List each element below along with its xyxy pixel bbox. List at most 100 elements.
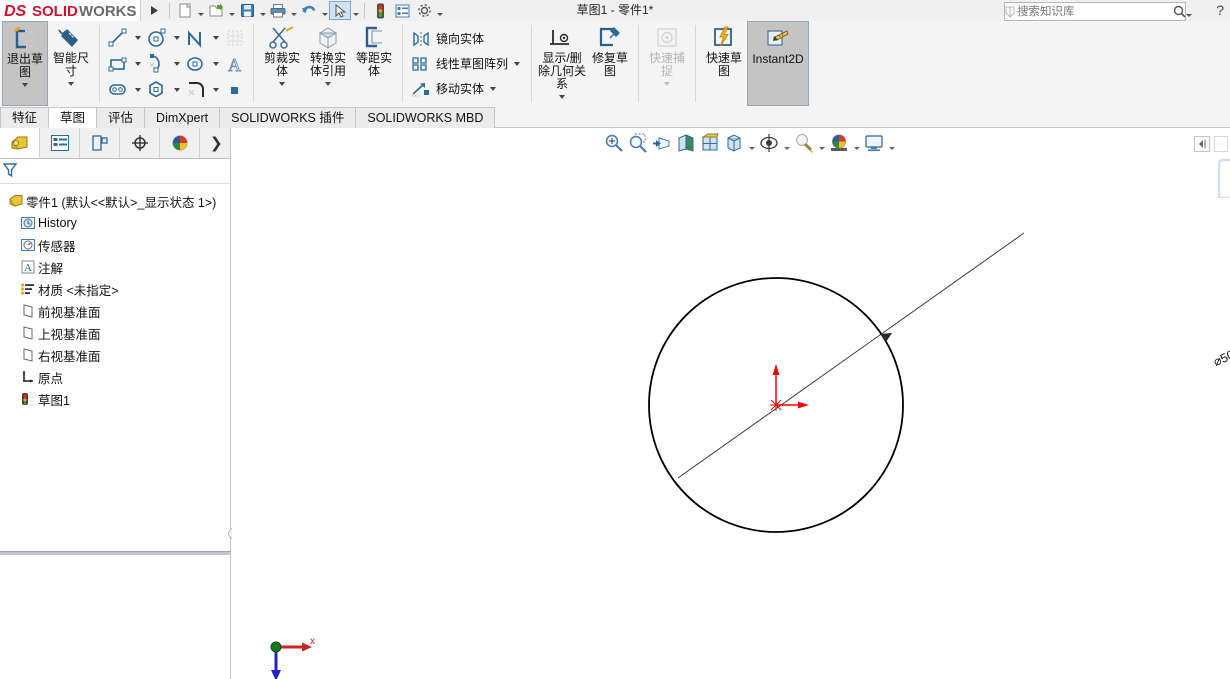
quick-snaps-button[interactable]: 快速捕捉 xyxy=(644,21,690,106)
trim-entities-dropdown[interactable] xyxy=(279,78,285,90)
tree-node-origin[interactable]: 原点 xyxy=(4,366,230,388)
tab-solidworks-mbd[interactable]: SOLIDWORKS MBD xyxy=(355,107,495,128)
file-properties-button[interactable] xyxy=(391,1,413,20)
options-button[interactable] xyxy=(413,1,435,20)
convert-entities-button[interactable]: 转换实体引用 xyxy=(305,21,351,106)
linear-sketch-pattern-button[interactable]: 线性草图阵列 xyxy=(408,51,526,76)
display-delete-relations-button[interactable]: 显示/删除几何关系 xyxy=(537,21,587,106)
rectangle-tool[interactable] xyxy=(105,51,131,77)
undo-caret[interactable] xyxy=(320,1,329,20)
feature-tree-splitter[interactable] xyxy=(0,551,231,555)
print-caret[interactable] xyxy=(289,1,298,20)
search-icon[interactable] xyxy=(1173,5,1186,18)
fillet-tool-caret[interactable] xyxy=(209,77,222,103)
tab-sketch[interactable]: 草图 xyxy=(48,107,97,128)
tab-property-manager[interactable] xyxy=(40,128,80,158)
solidworks-logo: DS SOLID WORKS xyxy=(0,0,141,21)
move-entities-button[interactable]: 移动实体 xyxy=(408,76,526,101)
polygon-tool[interactable] xyxy=(144,77,170,103)
move-entities-dropdown[interactable] xyxy=(484,87,502,91)
rapid-sketch-label: 快速草图 xyxy=(701,52,747,78)
graphics-area[interactable]: ⌀50 x xyxy=(232,128,1230,679)
mirror-entities-button[interactable]: 镜向实体 xyxy=(408,26,526,51)
tree-node-front-plane[interactable]: 前视基准面 xyxy=(4,300,230,322)
line-tool[interactable] xyxy=(105,25,131,51)
convert-entities-dropdown[interactable] xyxy=(325,78,331,90)
polygon-tool-caret[interactable] xyxy=(170,77,183,103)
options-caret[interactable] xyxy=(435,1,444,20)
rapid-sketch-button[interactable]: 快速草图 xyxy=(701,21,747,106)
help-button[interactable]: ? xyxy=(1216,0,1224,21)
print-button[interactable] xyxy=(267,1,289,20)
feature-tree-filter-bar[interactable] xyxy=(0,159,230,184)
select-tool-button[interactable] xyxy=(329,1,351,20)
quick-snaps-dropdown[interactable] xyxy=(664,78,670,90)
exit-sketch-dropdown[interactable] xyxy=(22,79,28,91)
rectangle-tool-caret[interactable] xyxy=(131,51,144,77)
exit-sketch-button[interactable]: 退出草图 xyxy=(2,21,48,106)
fillet-tool[interactable] xyxy=(183,77,209,103)
open-document-caret[interactable] xyxy=(227,1,236,20)
ellipse-tool-caret[interactable] xyxy=(209,51,222,77)
line-tool-caret[interactable] xyxy=(131,25,144,51)
spline-tool-caret[interactable] xyxy=(209,25,222,51)
save-caret[interactable] xyxy=(258,1,267,20)
menu-expand-button[interactable] xyxy=(143,1,165,20)
tab-configuration-manager[interactable] xyxy=(80,128,120,158)
new-document-caret[interactable] xyxy=(196,1,205,20)
open-document-button[interactable] xyxy=(205,1,227,20)
linear-sketch-pattern-dropdown[interactable] xyxy=(508,62,526,66)
tab-solidworks-addins[interactable]: SOLIDWORKS 插件 xyxy=(219,107,356,128)
tab-feature-manager[interactable] xyxy=(0,128,40,158)
tree-node-sketch1[interactable]: 草图1 xyxy=(4,388,230,410)
tree-node-top-plane[interactable]: 上视基准面 xyxy=(4,322,230,344)
tab-bar-filler xyxy=(494,107,1230,128)
task-pane-tab[interactable] xyxy=(1214,136,1228,152)
triad-x-label: x xyxy=(310,636,315,647)
tree-node-part[interactable]: 零件1 (默认<<默认>_显示状态 1>) xyxy=(4,190,230,212)
sketch-canvas[interactable] xyxy=(232,128,1230,679)
manager-tabs-more[interactable]: ❯ xyxy=(200,128,230,158)
feature-manager-panel: ❯ 零件1 (默认<<默认>_显示状态 1>) History xyxy=(0,128,231,679)
tab-evaluate[interactable]: 评估 xyxy=(96,107,145,128)
tab-display-manager[interactable] xyxy=(160,128,200,158)
arc-tool-caret[interactable] xyxy=(170,51,183,77)
slot-tool[interactable] xyxy=(105,77,131,103)
tree-node-history[interactable]: History xyxy=(4,212,230,234)
arc-tool[interactable] xyxy=(144,51,170,77)
select-tool-caret[interactable] xyxy=(351,1,360,20)
smart-dimension-dropdown[interactable] xyxy=(68,78,74,90)
undo-button[interactable] xyxy=(298,1,320,20)
task-pane-handle-icon[interactable] xyxy=(1218,158,1230,198)
tab-dimxpert[interactable]: DimXpert xyxy=(144,107,220,128)
tab-dimxpert-manager[interactable] xyxy=(120,128,160,158)
circle-tool-caret[interactable] xyxy=(170,25,183,51)
tree-node-annotations[interactable]: A 注解 xyxy=(4,256,230,278)
display-delete-relations-dropdown[interactable] xyxy=(559,91,565,103)
search-box[interactable] xyxy=(1004,2,1186,21)
save-button[interactable] xyxy=(236,1,258,20)
ellipse-tool[interactable] xyxy=(183,51,209,77)
search-input[interactable] xyxy=(1015,5,1173,19)
ribbon-group-rapid-sketch: 快速草图 Instant2D xyxy=(699,21,811,106)
tree-node-right-plane[interactable]: 右视基准面 xyxy=(4,344,230,366)
smart-dimension-button[interactable]: 智能尺寸 xyxy=(48,21,94,106)
repair-sketch-button[interactable]: 修复草图 xyxy=(587,21,633,106)
spline-tool[interactable] xyxy=(183,25,209,51)
rebuild-button[interactable] xyxy=(369,1,391,20)
circle-tool[interactable] xyxy=(144,25,170,51)
tree-node-material[interactable]: 材质 <未指定> xyxy=(4,278,230,300)
point-tool[interactable] xyxy=(222,77,248,103)
sketch-plane-tool[interactable] xyxy=(222,25,248,51)
trim-entities-button[interactable]: 剪裁实体 xyxy=(259,21,305,106)
tab-features[interactable]: 特征 xyxy=(0,107,49,128)
tree-node-sensors[interactable]: 传感器 xyxy=(4,234,230,256)
collapse-panel-button[interactable] xyxy=(1194,136,1210,152)
new-document-button[interactable] xyxy=(174,1,196,20)
instant2d-button[interactable]: Instant2D xyxy=(747,21,809,106)
repair-sketch-icon xyxy=(597,24,623,52)
text-tool[interactable]: A xyxy=(222,51,248,77)
offset-entities-button[interactable]: 等距实体 xyxy=(351,21,397,106)
slot-tool-caret[interactable] xyxy=(131,77,144,103)
search-caret[interactable] xyxy=(1186,2,1192,21)
